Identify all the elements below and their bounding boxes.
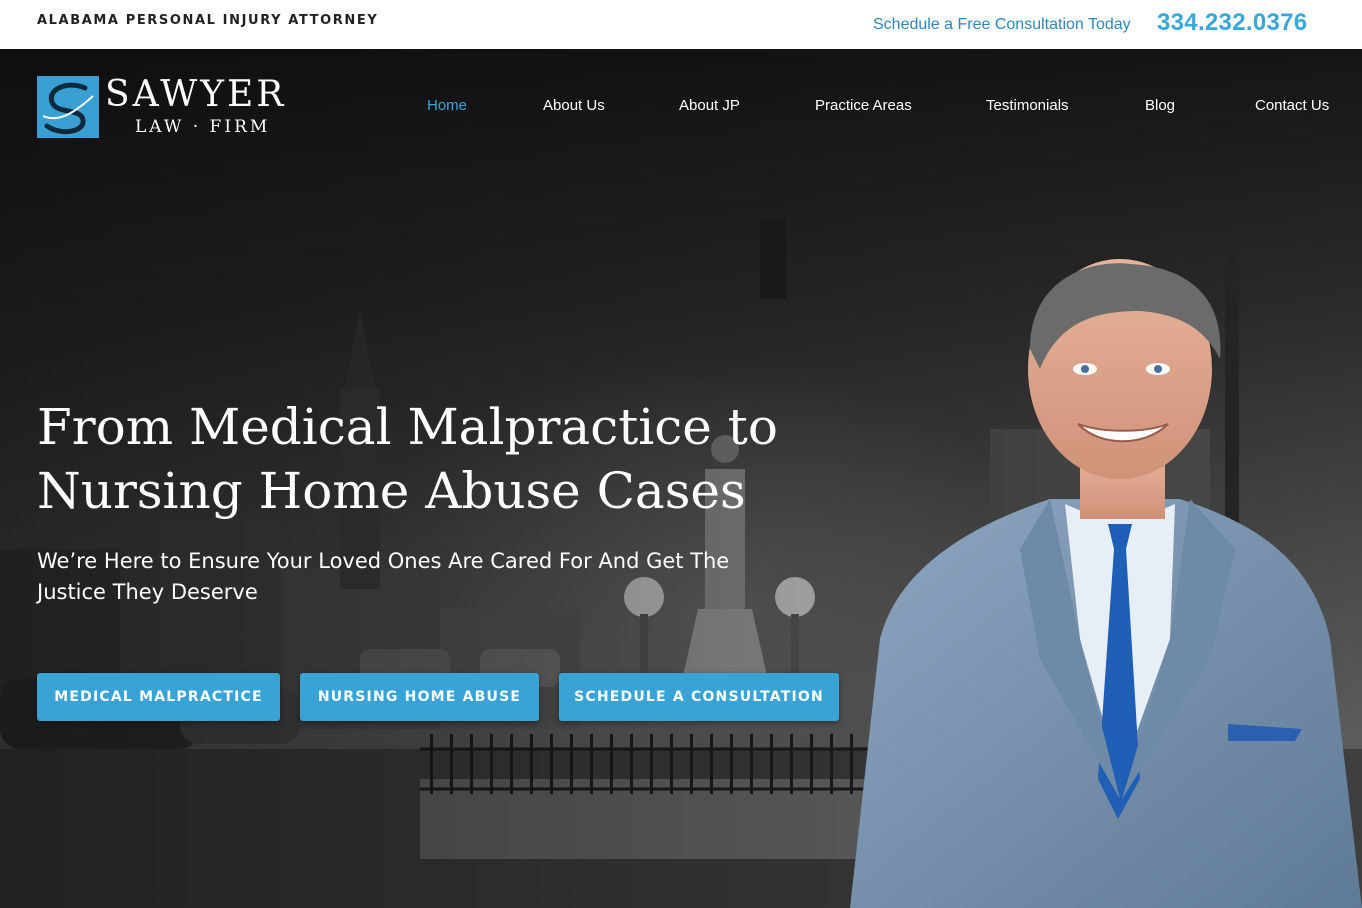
nav-item-testimonials[interactable]: Testimonials [986,97,1069,114]
nav-item-home[interactable]: Home [427,97,467,114]
hero-section: SAWYER LAW · FIRM Home About Us About JP… [0,49,1362,908]
main-nav: Home About Us About JP Practice Areas Te… [0,97,1362,117]
hero-subheadline-line-2: Justice They Deserve [37,580,258,604]
nursing-home-abuse-button[interactable]: NURSING HOME ABUSE [300,673,539,721]
schedule-consultation-link[interactable]: Schedule a Free Consultation Today [873,16,1131,34]
hero-headline-line-1: From Medical Malpractice to [37,398,778,456]
hero-headline-line-2: Nursing Home Abuse Cases [37,462,746,520]
logo-subtitle: LAW · FIRM [135,117,271,137]
schedule-consultation-button[interactable]: SCHEDULE A CONSULTATION [559,673,839,721]
site-tagline: ALABAMA PERSONAL INJURY ATTORNEY [37,13,379,28]
nav-item-contact-us[interactable]: Contact Us [1255,97,1329,114]
hero-subheadline: We’re Here to Ensure Your Loved Ones Are… [37,546,757,608]
hero-headline: From Medical Malpractice to Nursing Home… [37,395,797,523]
nav-item-about-us[interactable]: About Us [543,97,605,114]
top-bar: ALABAMA PERSONAL INJURY ATTORNEY Schedul… [0,0,1362,49]
medical-malpractice-button[interactable]: MEDICAL MALPRACTICE [37,673,280,721]
nav-item-blog[interactable]: Blog [1145,97,1175,114]
attorney-portrait [850,259,1362,908]
nav-item-practice-areas[interactable]: Practice Areas [815,97,912,114]
hero-subheadline-line-1: We’re Here to Ensure Your Loved Ones Are… [37,549,730,573]
phone-number-link[interactable]: 334.232.0376 [1157,9,1307,37]
nav-item-about-jp[interactable]: About JP [679,97,740,114]
